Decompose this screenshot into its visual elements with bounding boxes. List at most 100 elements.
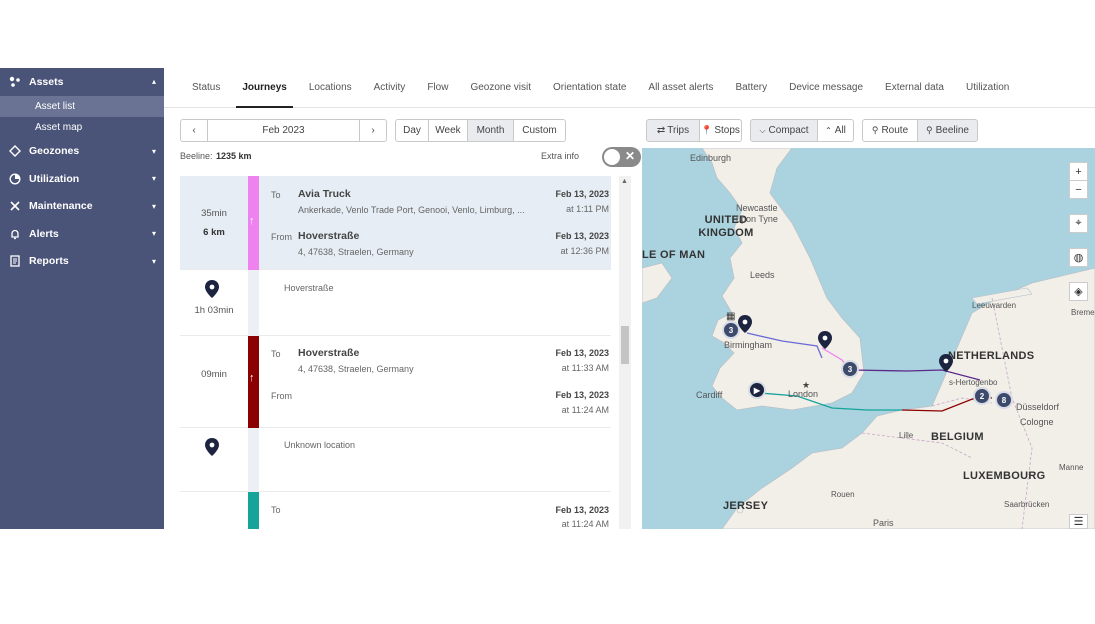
tab-journeys[interactable]: Journeys xyxy=(236,68,294,108)
month-picker[interactable]: Feb 2023 xyxy=(207,119,360,142)
compact-toggle[interactable]: ⌵ Compact xyxy=(750,119,818,142)
tab-orientation-state[interactable]: Orientation state xyxy=(553,68,626,108)
list-scrollbar[interactable]: ▲ xyxy=(619,176,631,529)
map-cluster-marker[interactable]: 3 xyxy=(722,321,740,339)
arrival-date: Feb 13, 2023 xyxy=(555,348,609,358)
sidebar-item-label: Maintenance xyxy=(29,200,93,213)
app-window: Assets ▴ Asset list Asset map Geozones ▾… xyxy=(0,68,1095,529)
tab-activity[interactable]: Activity xyxy=(374,68,406,108)
beeline-toggle[interactable]: ⚲ Beeline xyxy=(917,119,978,142)
map-label-jersey: JERSEY xyxy=(723,500,769,512)
trips-toggle[interactable]: ⇄ Trips xyxy=(646,119,700,142)
legend-list-icon[interactable]: ☰ xyxy=(1069,514,1088,529)
extra-info-toggle[interactable]: ✕ xyxy=(602,147,641,167)
route-toggle[interactable]: ⚲ Route xyxy=(862,119,918,142)
sidebar-item-maintenance[interactable]: Maintenance ▾ xyxy=(0,193,164,221)
map-label-lille: Lille xyxy=(899,431,914,440)
locate-icon[interactable]: ⌖ xyxy=(1069,214,1088,233)
map-label-shertogenbosch: s-Hertogenbo xyxy=(949,378,998,387)
layers-icon[interactable]: ◈ xyxy=(1069,282,1088,301)
sidebar-item-assets[interactable]: Assets ▴ xyxy=(0,68,164,96)
chevron-up-icon: ▴ xyxy=(151,77,156,86)
map-label-isle-of-man: LE OF MAN xyxy=(642,249,706,261)
map-cluster-marker[interactable]: 8 xyxy=(995,391,1013,409)
tab-locations[interactable]: Locations xyxy=(309,68,352,108)
map-pin-icon[interactable] xyxy=(939,354,953,372)
tab-flow[interactable]: Flow xyxy=(427,68,448,108)
journey-summary-bar: Beeline: 1235 km Extra info ✕ xyxy=(180,147,641,167)
sidebar-item-utilization[interactable]: Utilization ▾ xyxy=(0,165,164,193)
chevron-down-icon: ▾ xyxy=(151,229,156,238)
trip-color-bar: ↑ xyxy=(248,176,259,270)
scrollbar-thumb[interactable] xyxy=(621,326,629,364)
extra-info-label: Extra info xyxy=(541,151,580,161)
checkered-flag-icon: ▦ xyxy=(726,311,736,322)
tab-utilization[interactable]: Utilization xyxy=(966,68,1009,108)
period-week-button[interactable]: Week xyxy=(428,119,468,142)
map-pin-icon[interactable] xyxy=(818,331,832,349)
map-cluster-marker[interactable]: 2 xyxy=(973,387,991,405)
geozone-icon xyxy=(8,144,22,158)
tab-status[interactable]: Status xyxy=(192,68,220,108)
journey-map[interactable]: Edinburgh UNITED KINGDOM Newcastle upon … xyxy=(642,148,1095,529)
beeline-label: Beeline: xyxy=(180,151,213,161)
tools-icon xyxy=(8,199,22,213)
journey-list: 35min 6 km ↑ To Avia Truck Ankerkade, Ve… xyxy=(180,176,611,529)
journey-stop-row[interactable]: Unknown location xyxy=(180,428,611,492)
map-label-netherlands: NETHERLANDS xyxy=(948,350,1035,362)
all-toggle[interactable]: ⌃ All xyxy=(817,119,854,142)
scroll-up-icon[interactable]: ▲ xyxy=(621,178,628,185)
trip-distance: 6 km xyxy=(203,227,225,238)
sidebar-item-label: Utilization xyxy=(29,172,80,185)
trip-duration: 35min xyxy=(201,208,227,219)
sidebar-subitem-asset-map[interactable]: Asset map xyxy=(0,117,164,138)
arrival-time: at 1:11 PM xyxy=(566,204,609,214)
journey-trip-row[interactable]: To Feb 13, 2023 at 11:24 AM xyxy=(180,492,611,529)
tab-device-message[interactable]: Device message xyxy=(789,68,863,108)
sidebar-item-geozones[interactable]: Geozones ▾ xyxy=(0,138,164,166)
destination-address: 4, 47638, Straelen, Germany xyxy=(298,364,414,374)
destination-address: Ankerkade, Venlo Trade Port, Genooi, Ven… xyxy=(298,205,525,215)
arrow-up-icon: ↑ xyxy=(249,372,255,384)
globe-icon[interactable]: ◍ xyxy=(1069,248,1088,267)
sidebar-item-label: Assets xyxy=(29,75,64,88)
journey-trip-row[interactable]: 09min ↑ To Hoverstraße 4, 47638, Straele… xyxy=(180,336,611,428)
next-month-button[interactable]: › xyxy=(359,119,387,142)
stop-duration: 1h 03min xyxy=(194,305,234,316)
sidebar-item-reports[interactable]: Reports ▾ xyxy=(0,248,164,276)
expand-icon: ⌃ xyxy=(825,126,832,135)
map-pin-icon[interactable] xyxy=(738,315,752,333)
sidebar: Assets ▴ Asset list Asset map Geozones ▾… xyxy=(0,68,164,529)
map-cluster-marker[interactable]: 3 xyxy=(841,360,859,378)
period-custom-button[interactable]: Custom xyxy=(513,119,566,142)
pin-icon: 📍 xyxy=(701,125,713,135)
period-month-button[interactable]: Month xyxy=(467,119,514,142)
map-label-leeuwarden: Leeuwarden xyxy=(972,301,1017,310)
departure-date: Feb 13, 2023 xyxy=(555,390,609,400)
prev-month-button[interactable]: ‹ xyxy=(180,119,208,142)
play-marker-icon[interactable]: ▶ xyxy=(748,381,766,399)
arrival-time: at 11:33 AM xyxy=(561,363,609,373)
zoom-in-button[interactable]: + xyxy=(1069,162,1088,181)
tab-geozone-visit[interactable]: Geozone visit xyxy=(470,68,531,108)
to-label: To xyxy=(271,505,281,515)
to-label: To xyxy=(271,349,281,359)
sidebar-subitem-asset-list[interactable]: Asset list xyxy=(0,95,164,117)
journey-trip-row[interactable]: 35min 6 km ↑ To Avia Truck Ankerkade, Ve… xyxy=(180,176,611,270)
map-label-edinburgh: Edinburgh xyxy=(690,153,732,163)
tab-external-data[interactable]: External data xyxy=(885,68,944,108)
tab-all-asset-alerts[interactable]: All asset alerts xyxy=(648,68,713,108)
sidebar-item-alerts[interactable]: Alerts ▾ xyxy=(0,220,164,248)
zoom-out-button[interactable]: − xyxy=(1069,180,1088,199)
assets-icon xyxy=(8,75,22,89)
from-label: From xyxy=(271,232,292,242)
stops-toggle[interactable]: 📍 Stops xyxy=(699,119,742,142)
route-icon: ⚲ xyxy=(871,125,879,135)
tab-battery[interactable]: Battery xyxy=(735,68,767,108)
map-label-dusseldorf: Düsseldorf xyxy=(1016,402,1060,412)
journey-stop-row[interactable]: 1h 03min Hoverstraße xyxy=(180,270,611,336)
period-day-button[interactable]: Day xyxy=(395,119,429,142)
origin-address: 4, 47638, Straelen, Germany xyxy=(298,247,414,257)
map-label-cologne: Cologne xyxy=(1020,417,1054,427)
arrival-time: at 11:24 AM xyxy=(561,519,609,529)
